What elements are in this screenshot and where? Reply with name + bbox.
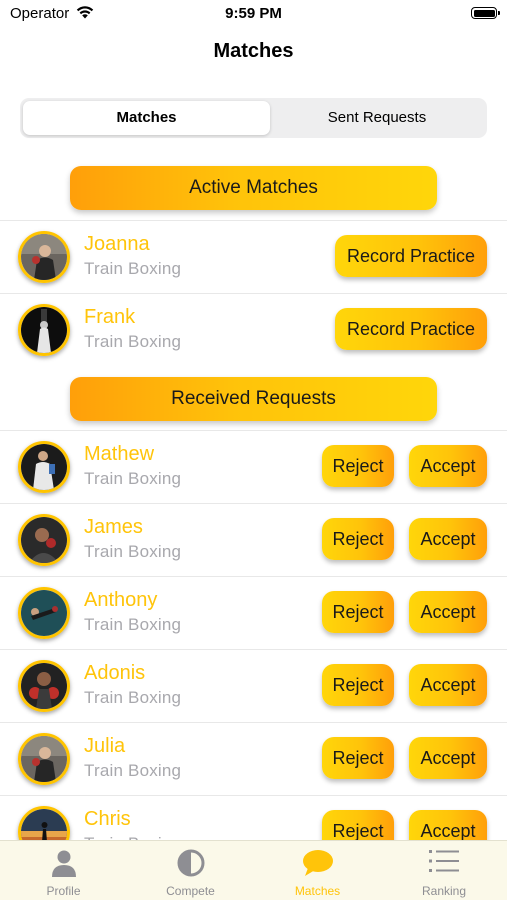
request-name: Chris	[84, 808, 131, 830]
avatar	[18, 441, 70, 493]
avatar	[18, 587, 70, 639]
request-name: Mathew	[84, 443, 155, 465]
request-subtitle: Train Boxing	[84, 761, 182, 780]
request-row: Mathew Train Boxing Reject Accept	[0, 430, 507, 503]
person-icon	[51, 850, 76, 877]
avatar	[18, 660, 70, 712]
tab-label: Profile	[46, 884, 81, 898]
accept-button[interactable]: Accept	[409, 737, 487, 779]
battery-icon	[471, 7, 500, 19]
status-time: 9:59 PM	[225, 5, 282, 22]
accept-button[interactable]: Accept	[409, 591, 487, 633]
match-subtitle: Train Boxing	[84, 332, 182, 351]
request-subtitle: Train Boxing	[84, 542, 182, 561]
received-requests-header: Received Requests	[70, 377, 437, 421]
match-row: Frank Train Boxing Record Practice	[0, 293, 507, 366]
reject-button[interactable]: Reject	[322, 445, 394, 487]
record-practice-button[interactable]: Record Practice	[335, 235, 487, 277]
contrast-icon	[177, 849, 204, 877]
tab-ranking[interactable]: Ranking	[381, 841, 507, 901]
match-subtitle: Train Boxing	[84, 259, 182, 278]
match-name: Joanna	[84, 233, 150, 255]
status-bar: Operator 9:59 PM	[0, 0, 507, 28]
tab-label: Compete	[166, 884, 215, 898]
request-row: Anthony Train Boxing Reject Accept	[0, 576, 507, 649]
tab-compete[interactable]: Compete	[127, 841, 254, 901]
avatar	[18, 231, 70, 283]
record-practice-button[interactable]: Record Practice	[335, 308, 487, 350]
segment-sent-requests[interactable]: Sent Requests	[270, 101, 484, 135]
list-icon	[429, 850, 459, 872]
reject-button[interactable]: Reject	[322, 664, 394, 706]
avatar	[18, 514, 70, 566]
avatar	[18, 733, 70, 785]
request-name: Julia	[84, 735, 126, 757]
active-matches-header: Active Matches	[70, 166, 437, 210]
request-row: James Train Boxing Reject Accept	[0, 503, 507, 576]
tab-profile[interactable]: Profile	[0, 841, 127, 901]
tab-bar: Profile Compete Matches Ranking	[0, 840, 507, 900]
request-subtitle: Train Boxing	[84, 469, 182, 488]
page-title: Matches	[213, 40, 294, 62]
accept-button[interactable]: Accept	[409, 445, 487, 487]
chat-bubble-icon	[302, 850, 333, 876]
request-name: James	[84, 516, 143, 538]
accept-button[interactable]: Accept	[409, 664, 487, 706]
match-name: Frank	[84, 306, 136, 328]
request-subtitle: Train Boxing	[84, 615, 182, 634]
segmented-control: Matches Sent Requests	[20, 98, 487, 138]
reject-button[interactable]: Reject	[322, 591, 394, 633]
avatar	[18, 304, 70, 356]
reject-button[interactable]: Reject	[322, 518, 394, 560]
tab-matches[interactable]: Matches	[254, 841, 381, 901]
request-row: Adonis Train Boxing Reject Accept	[0, 649, 507, 722]
accept-button[interactable]: Accept	[409, 518, 487, 560]
reject-button[interactable]: Reject	[322, 737, 394, 779]
segment-matches[interactable]: Matches	[23, 101, 270, 135]
request-row: Julia Train Boxing Reject Accept	[0, 722, 507, 795]
request-name: Anthony	[84, 589, 158, 611]
tab-label: Ranking	[421, 884, 467, 898]
match-row: Joanna Train Boxing Record Practice	[0, 220, 507, 293]
tab-label: Matches	[294, 884, 341, 898]
request-subtitle: Train Boxing	[84, 688, 182, 707]
request-name: Adonis	[84, 662, 146, 684]
